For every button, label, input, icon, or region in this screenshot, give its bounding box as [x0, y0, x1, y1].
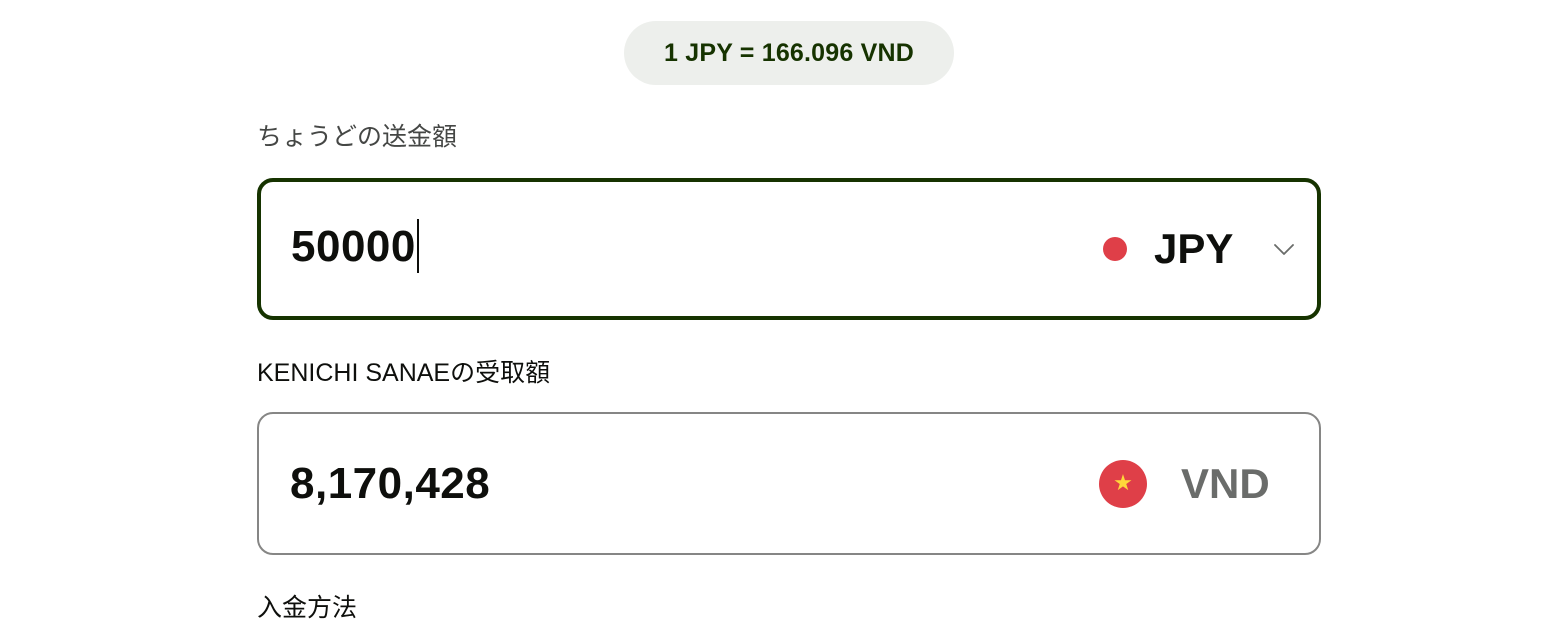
text-cursor	[416, 219, 419, 274]
send-amount-label: ちょうどの送金額	[257, 123, 458, 151]
exchange-rate-text: 1 JPY = 166.096 VND	[663, 38, 915, 67]
receive-amount-field[interactable]: 8,170,428 ★ VND	[257, 412, 1321, 555]
receive-currency-code: VND	[1181, 459, 1270, 507]
payment-method-label: 入金方法	[257, 594, 358, 622]
japan-flag-icon	[1103, 237, 1127, 261]
send-amount-input[interactable]: 50000	[291, 219, 419, 276]
receive-amount-value[interactable]: 8,170,428	[290, 459, 490, 509]
exchange-rate-badge[interactable]: 1 JPY = 166.096 VND	[624, 21, 954, 85]
star-icon: ★	[1113, 470, 1133, 496]
send-amount-field[interactable]: 50000 JPY	[257, 178, 1321, 320]
receive-amount-label: KENICHI SANAEの受取額	[257, 359, 551, 387]
send-currency-code[interactable]: JPY	[1154, 225, 1233, 273]
send-amount-value: 50000	[291, 221, 416, 271]
chevron-down-icon[interactable]	[1273, 238, 1295, 260]
transfer-calculator: 1 JPY = 166.096 VND ちょうどの送金額 50000 JPY K…	[0, 0, 1544, 644]
vietnam-flag-icon: ★	[1099, 459, 1147, 508]
